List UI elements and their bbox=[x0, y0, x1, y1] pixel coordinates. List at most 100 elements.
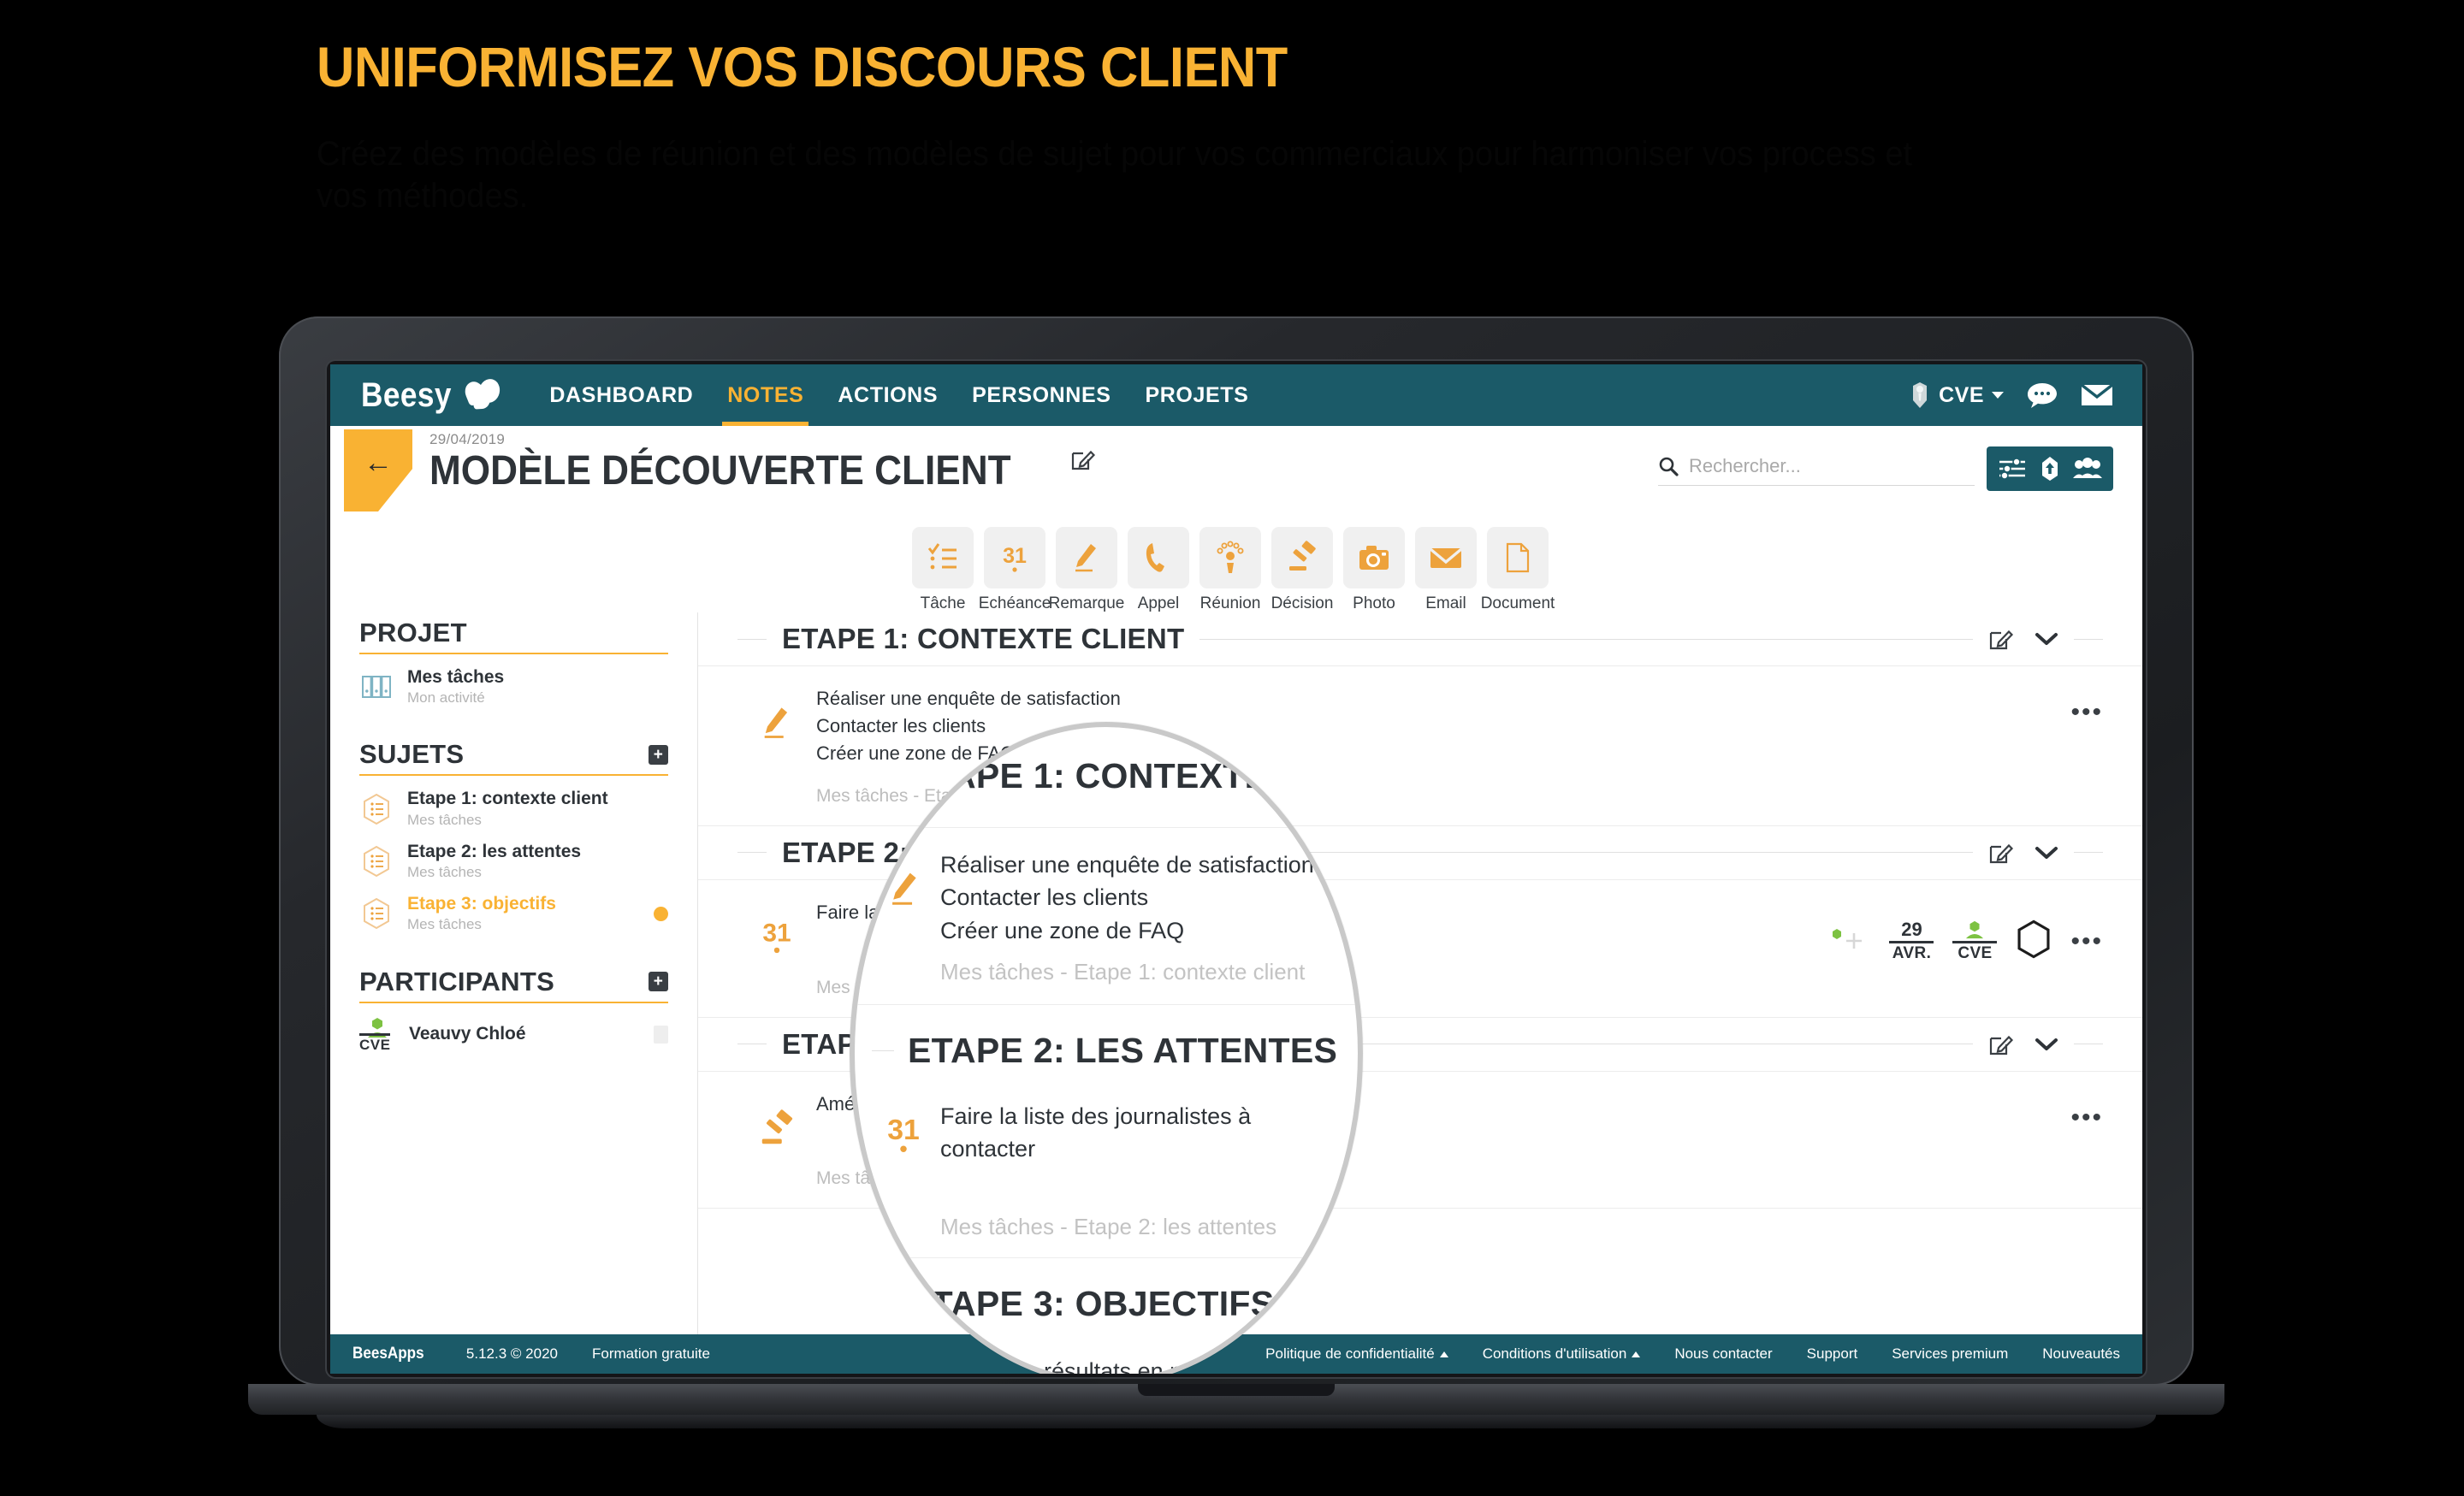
svg-text:31: 31 bbox=[762, 919, 791, 947]
app-navbar: Beesy DASHBOARD NOTES ACTIONS PERSONNES … bbox=[330, 364, 2142, 431]
participants-icon[interactable] bbox=[2070, 452, 2105, 486]
edit-section-icon[interactable] bbox=[1988, 626, 2014, 652]
action-echeance[interactable]: 31 Echéance bbox=[979, 527, 1051, 613]
sidebar-header-label: SUJETS bbox=[359, 739, 465, 770]
sidebar-item-sub: Mes tâches bbox=[407, 811, 482, 828]
sidebar-item-etape-2[interactable]: Etape 2: les attentes Mes tâches bbox=[359, 842, 668, 881]
sidebar-item-texts: Etape 1: contexte client Mes tâches bbox=[407, 789, 668, 828]
mag-note-line: Créer une zone de FAQ bbox=[940, 917, 1185, 943]
page-title: MODÈLE DÉCOUVERTE CLIENT bbox=[429, 448, 1011, 494]
nav-item-dashboard[interactable]: DASHBOARD bbox=[532, 364, 710, 426]
priority-hexagon-icon[interactable] bbox=[2016, 919, 2052, 963]
back-arrow-icon: ← bbox=[364, 446, 393, 479]
divider bbox=[2074, 638, 2103, 640]
action-tache[interactable]: Tâche bbox=[912, 527, 974, 613]
sidebar-item-mes-taches[interactable]: Mes tâches Mon activité bbox=[359, 667, 668, 707]
user-menu[interactable]: CVE bbox=[1909, 381, 2004, 409]
sidebar-item-etape-1[interactable]: Etape 1: contexte client Mes tâches bbox=[359, 789, 668, 828]
collapse-chevron-icon[interactable] bbox=[2035, 845, 2058, 860]
section-actions bbox=[1988, 1032, 2058, 1057]
sidebar-item-sub: Mes tâches bbox=[407, 916, 482, 933]
action-email[interactable]: Email bbox=[1415, 527, 1477, 613]
nav-links: DASHBOARD NOTES ACTIONS PERSONNES PROJET… bbox=[532, 364, 1266, 431]
meeting-icon bbox=[1199, 527, 1261, 588]
nav-item-projets[interactable]: PROJETS bbox=[1128, 364, 1266, 426]
footer-link-terms[interactable]: Conditions d'utilisation bbox=[1483, 1345, 1641, 1363]
edit-section-icon[interactable] bbox=[1988, 1032, 2014, 1057]
footer-link-label: Conditions d'utilisation bbox=[1482, 1345, 1627, 1362]
mag-note-row-2: 31 Faire la liste des journalistes à con… bbox=[855, 1071, 1358, 1240]
footer-brand: BeesApps bbox=[352, 1345, 424, 1363]
sidebar-item-texts: Etape 3: objectifs Mes tâches bbox=[407, 894, 640, 933]
footer-link-premium[interactable]: Services premium bbox=[1892, 1345, 2008, 1363]
pencil-icon bbox=[1056, 527, 1117, 588]
filter-settings-icon[interactable] bbox=[1995, 452, 2029, 486]
sidebar-item-etape-3[interactable]: Etape 3: objectifs Mes tâches bbox=[359, 894, 668, 933]
mail-icon[interactable] bbox=[2081, 382, 2113, 408]
mag-note-body: Faire la liste des journalistes à contac… bbox=[940, 1100, 1351, 1240]
mag-note-body: Réaliser une enquête de satisfaction Con… bbox=[940, 849, 1351, 985]
action-decision[interactable]: Décision bbox=[1271, 527, 1333, 613]
action-photo[interactable]: Photo bbox=[1343, 527, 1405, 613]
action-label: Tâche bbox=[920, 594, 966, 612]
edit-title-icon[interactable] bbox=[1070, 446, 1096, 476]
section-actions bbox=[1988, 840, 2058, 866]
note-line: Réaliser une enquête de satisfaction bbox=[816, 688, 1121, 709]
due-date-chip[interactable]: 29 AVR. bbox=[1889, 920, 1934, 961]
document-icon bbox=[1487, 527, 1549, 588]
delete-participant-icon[interactable] bbox=[654, 1026, 668, 1044]
collapse-chevron-icon[interactable] bbox=[2035, 1037, 2058, 1052]
add-participant-button[interactable]: + bbox=[649, 972, 668, 992]
note-row-actions: ••• bbox=[2070, 682, 2103, 725]
action-appel[interactable]: Appel bbox=[1128, 527, 1189, 613]
beesy-logo[interactable]: Beesy bbox=[361, 376, 503, 415]
nav-item-actions[interactable]: ACTIONS bbox=[820, 364, 955, 426]
export-icon[interactable] bbox=[2033, 452, 2067, 486]
row-menu-icon[interactable]: ••• bbox=[2070, 1104, 2103, 1130]
participant-texts: Veauvy Chloé bbox=[409, 1024, 640, 1044]
action-type-toolbar: Tâche 31 Echéance Remarque Appel Réunion… bbox=[912, 527, 1555, 613]
binders-icon bbox=[359, 670, 394, 704]
beesy-bees-icon bbox=[462, 376, 503, 410]
app-screen: Beesy DASHBOARD NOTES ACTIONS PERSONNES … bbox=[330, 364, 2142, 1374]
hex-list-icon bbox=[359, 792, 394, 826]
footer-training-link[interactable]: Formation gratuite bbox=[592, 1345, 710, 1363]
divider bbox=[872, 1050, 894, 1051]
nav-right-group: CVE bbox=[1909, 381, 2113, 409]
add-assignee-icon[interactable] bbox=[1827, 925, 1870, 957]
chevron-down-icon bbox=[1992, 392, 2004, 399]
sidebar-header-projet: PROJET bbox=[359, 618, 668, 654]
add-sujet-button[interactable]: + bbox=[649, 744, 668, 765]
sidebar-participant-row[interactable]: CVE Veauvy Chloé bbox=[359, 1016, 668, 1054]
sidebar-item-texts: Etape 2: les attentes Mes tâches bbox=[407, 842, 668, 881]
action-document[interactable]: Document bbox=[1481, 527, 1555, 613]
edit-section-icon[interactable] bbox=[1988, 840, 2014, 866]
avatar: CVE bbox=[359, 1016, 395, 1054]
row-menu-icon[interactable]: ••• bbox=[2070, 700, 2103, 725]
avatar-initials: CVE bbox=[359, 1032, 391, 1053]
footer-version: 5.12.3 © 2020 bbox=[465, 1345, 558, 1362]
row-menu-icon[interactable]: ••• bbox=[2070, 928, 2103, 954]
due-day: 29 bbox=[1901, 919, 1922, 941]
footer-link-label: Nous contacter bbox=[1674, 1345, 1773, 1362]
chat-icon[interactable] bbox=[2026, 381, 2058, 409]
magnifier-lens: ETAPE 1: CONTEXTE CLIENT Réaliser une en… bbox=[850, 722, 1363, 1374]
footer-left: BeesApps 5.12.3 © 2020 Formation gratuit… bbox=[352, 1345, 710, 1363]
search-input[interactable] bbox=[1689, 455, 1946, 477]
nav-item-personnes[interactable]: PERSONNES bbox=[955, 364, 1128, 426]
assignee-chip[interactable]: CVE bbox=[1952, 920, 1998, 961]
footer-link-support[interactable]: Support bbox=[1807, 1345, 1858, 1363]
footer-link-news[interactable]: Nouveautés bbox=[2042, 1345, 2120, 1363]
collapse-chevron-icon[interactable] bbox=[2035, 631, 2058, 647]
mag-note-row-3: Améliorer les résultats en mai 2019 Mes … bbox=[855, 1324, 1358, 1374]
mag-section-title: ETAPE 1: CONTEXTE CLIENT bbox=[908, 756, 1363, 795]
footer-link-label: Nouveautés bbox=[2042, 1345, 2120, 1362]
footer-link-contact[interactable]: Nous contacter bbox=[1674, 1345, 1772, 1363]
chip-rule bbox=[1889, 941, 1934, 944]
calendar-31-icon: 31 bbox=[984, 527, 1045, 588]
nav-item-notes[interactable]: NOTES bbox=[710, 364, 820, 431]
back-button[interactable]: ← bbox=[344, 429, 412, 511]
action-reunion[interactable]: Réunion bbox=[1199, 527, 1261, 613]
action-remarque[interactable]: Remarque bbox=[1049, 527, 1124, 613]
action-label: Remarque bbox=[1048, 594, 1125, 612]
